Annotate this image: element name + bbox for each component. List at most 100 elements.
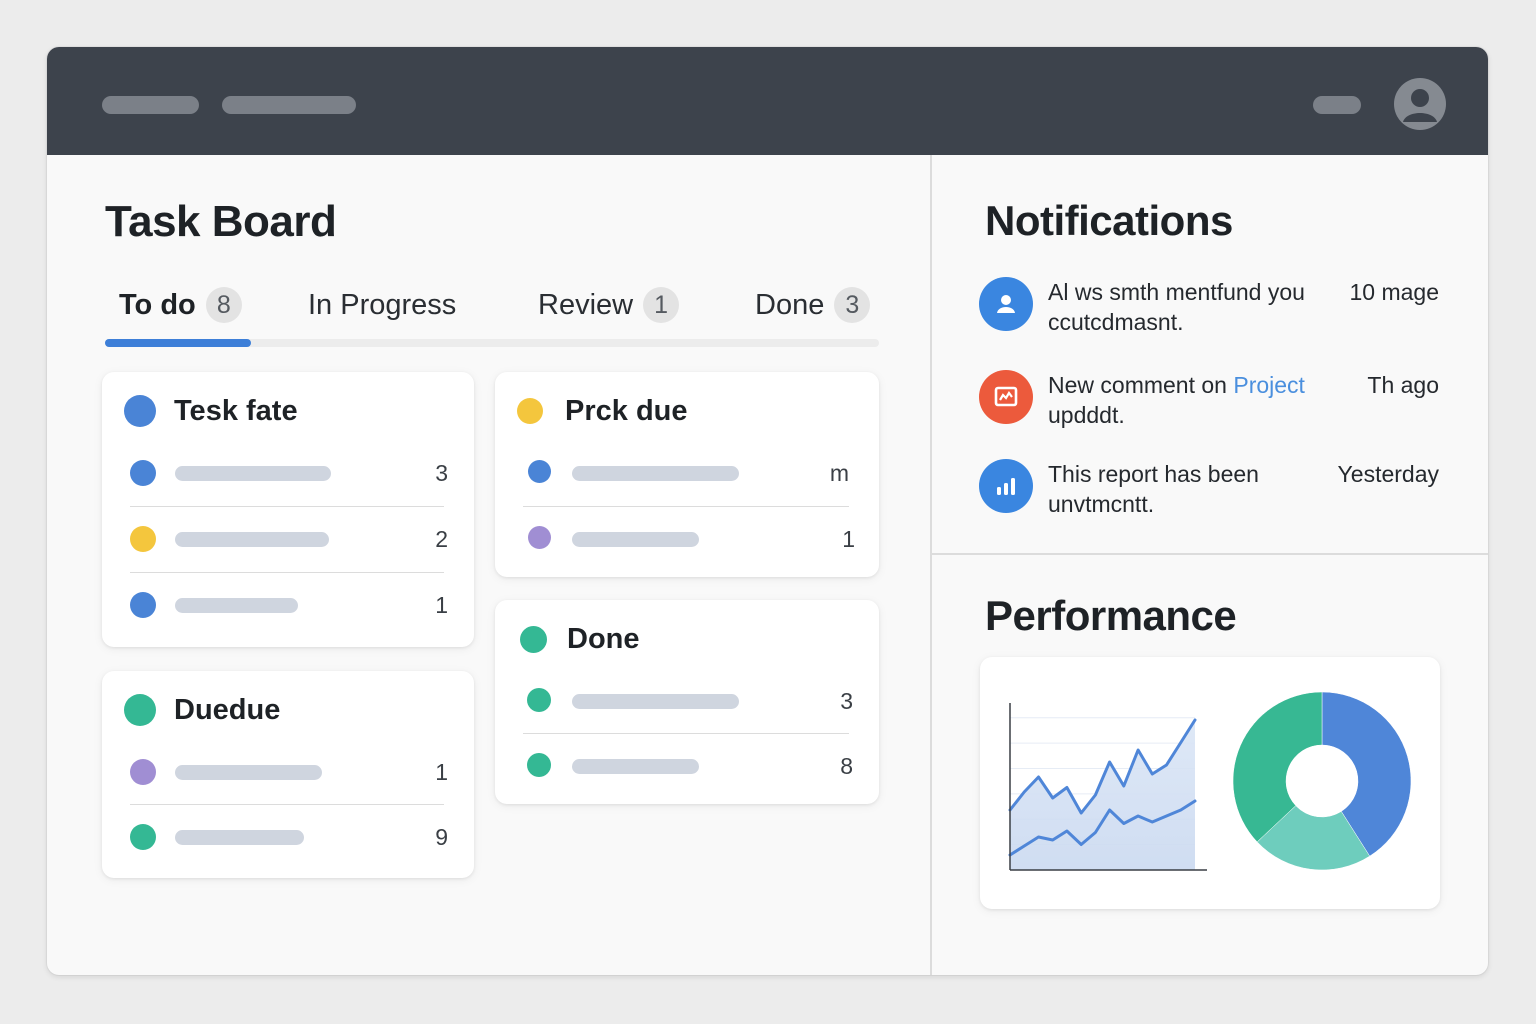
card-status-dot [520, 625, 547, 653]
nav-placeholder-3[interactable] [1313, 96, 1361, 114]
task-card[interactable]: Tesk fate 3 2 1 [102, 372, 474, 647]
row-text-placeholder [175, 598, 298, 613]
task-card[interactable]: Prck due m 1 [495, 372, 879, 577]
performance-title: Performance [985, 592, 1237, 639]
tab-done[interactable]: Done 3 [755, 287, 871, 323]
tab-review[interactable]: Review 1 [538, 287, 680, 323]
row-count: 8 [840, 753, 853, 779]
tab-to-do[interactable]: To do 8 [119, 287, 242, 323]
card-status-dot [124, 395, 156, 427]
task-row[interactable]: 3 [102, 458, 474, 488]
notification-message-tail: updddt. [1048, 402, 1125, 428]
row-divider [130, 804, 444, 805]
row-status-dot [130, 759, 156, 785]
notifications-title: Notifications [985, 197, 1233, 244]
task-row[interactable]: 9 [102, 822, 474, 852]
row-text-placeholder [572, 466, 739, 481]
row-text-placeholder [572, 532, 699, 547]
row-count: 3 [435, 460, 448, 486]
row-status-dot [130, 460, 156, 486]
tab-count-badge: 3 [834, 287, 871, 323]
card-status-dot [124, 694, 156, 726]
card-title: Done [567, 622, 640, 655]
row-divider [130, 572, 444, 573]
horizontal-divider [932, 553, 1488, 555]
tab-count-badge: 1 [643, 287, 680, 323]
notification-text: Al ws smth mentfund you ccutcdmasnt. [1048, 277, 1348, 337]
row-status-dot [130, 592, 156, 618]
row-status-dot [528, 460, 551, 483]
nav-placeholder-1[interactable] [102, 96, 199, 114]
user-icon [979, 277, 1033, 331]
notification-message: Al ws smth mentfund you ccutcdmasnt. [1048, 279, 1305, 335]
task-row[interactable]: 1 [102, 757, 474, 787]
card-header: Prck due [517, 394, 688, 428]
task-row[interactable]: 1 [102, 590, 474, 620]
task-row[interactable]: m [495, 458, 879, 488]
app-window: Task Board To do 8 In Progress Review 1 … [47, 47, 1488, 975]
notification-text: This report has been unvtmcntt. [1048, 459, 1348, 519]
notification-item[interactable]: Al ws smth mentfund you ccutcdmasnt. 10 … [979, 277, 1449, 337]
bar-chart-icon [979, 459, 1033, 513]
card-header: Done [520, 622, 640, 656]
tab-active-indicator [105, 339, 251, 347]
row-status-dot [528, 526, 551, 549]
card-title: Duedue [174, 693, 281, 726]
row-divider [523, 506, 849, 507]
tab-label: To do [119, 288, 196, 321]
comment-icon [979, 370, 1033, 424]
task-row[interactable]: 2 [102, 524, 474, 554]
task-row[interactable]: 3 [495, 686, 879, 716]
tab-label: In Progress [308, 288, 457, 321]
vertical-divider [930, 155, 932, 975]
notification-link[interactable]: Project [1233, 372, 1305, 398]
notification-message: New comment on [1048, 372, 1234, 398]
row-text-placeholder [175, 830, 304, 845]
row-count: 2 [435, 526, 448, 552]
row-status-dot [527, 688, 551, 712]
task-row[interactable]: 8 [495, 751, 879, 781]
row-status-dot [130, 824, 156, 850]
card-header: Tesk fate [124, 394, 298, 428]
notification-time: 10 mage [1349, 279, 1439, 305]
performance-card [980, 657, 1440, 909]
task-card[interactable]: Duedue 1 9 [102, 671, 474, 878]
tab-label: Review [538, 288, 634, 321]
row-count: 1 [435, 759, 448, 785]
row-text-placeholder [175, 466, 331, 481]
top-bar [47, 47, 1488, 155]
notification-text: New comment on Project updddt. [1048, 370, 1348, 430]
notification-item[interactable]: New comment on Project updddt. Th ago [979, 370, 1449, 430]
row-divider [130, 506, 444, 507]
row-count: 3 [840, 688, 853, 714]
tab-count-badge: 8 [205, 287, 242, 323]
notification-time: Yesterday [1337, 461, 1439, 487]
row-count: 9 [435, 824, 448, 850]
performance-charts [1008, 691, 1412, 871]
card-title: Tesk fate [174, 394, 298, 427]
nav-placeholder-2[interactable] [222, 96, 356, 114]
tab-in-progress[interactable]: In Progress [308, 287, 456, 323]
row-text-placeholder [175, 765, 322, 780]
row-status-dot [130, 526, 156, 552]
tab-label: Done [755, 288, 825, 321]
notification-time: Th ago [1367, 372, 1439, 398]
row-text-placeholder [572, 694, 739, 709]
notification-message: This report has been unvtmcntt. [1048, 461, 1259, 517]
task-row[interactable]: 1 [495, 524, 879, 554]
card-status-dot [517, 398, 543, 424]
row-count: 1 [842, 526, 855, 552]
row-count: m [829, 460, 849, 486]
row-count: 1 [435, 592, 448, 618]
line-chart-area [1010, 720, 1195, 870]
row-divider [523, 733, 849, 734]
user-avatar-icon[interactable] [1394, 78, 1446, 130]
board-title: Task Board [105, 197, 337, 246]
row-text-placeholder [175, 532, 329, 547]
row-status-dot [527, 753, 551, 777]
card-header: Duedue [124, 693, 280, 727]
notification-item[interactable]: This report has been unvtmcntt. Yesterda… [979, 459, 1449, 519]
card-title: Prck due [565, 394, 688, 427]
task-card[interactable]: Done 3 8 [495, 600, 879, 804]
row-text-placeholder [572, 759, 699, 774]
